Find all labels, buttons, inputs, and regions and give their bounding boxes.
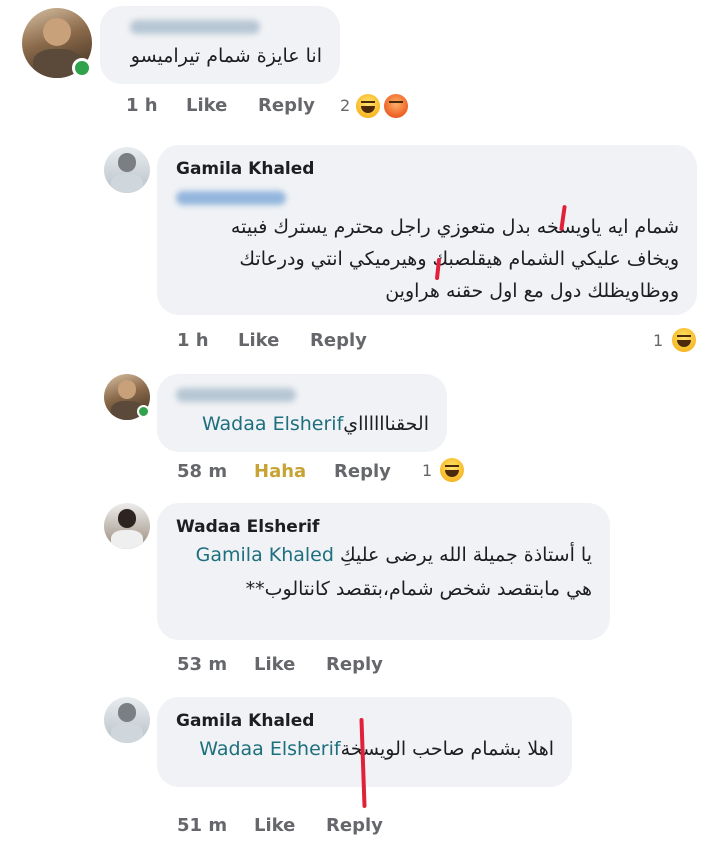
reply-button[interactable]: Reply — [258, 95, 315, 116]
reply-button[interactable]: Reply — [334, 461, 391, 482]
comment-author[interactable]: Gamila Khaled — [176, 711, 314, 731]
haha-reaction-button[interactable]: Haha — [254, 461, 306, 482]
online-status-icon — [137, 405, 150, 418]
comment-time[interactable]: 53 m — [177, 654, 227, 675]
reply-button[interactable]: Reply — [326, 815, 383, 836]
comment-bubble: الحقناااااايWadaa Elsherif — [157, 374, 447, 452]
comment-bubble: انا عايزة شمام تيراميسو — [100, 6, 340, 84]
comment-author[interactable]: Wadaa Elsherif — [176, 517, 319, 537]
like-button[interactable]: Like — [254, 815, 295, 836]
reaction-count[interactable]: 1 — [653, 331, 663, 350]
reaction-count[interactable]: 2 — [340, 96, 350, 115]
comment-author[interactable]: Gamila Khaled — [176, 159, 314, 179]
comment-text: الحقناااااايWadaa Elsherif — [202, 408, 429, 440]
like-button[interactable]: Like — [238, 330, 279, 351]
comment-text: انا عايزة شمام تيراميسو — [130, 45, 322, 67]
blurred-tag — [176, 191, 286, 205]
like-button[interactable]: Like — [254, 654, 295, 675]
mention-link[interactable]: Gamila Khaled — [196, 544, 334, 566]
haha-emoji-icon[interactable] — [356, 94, 380, 118]
reaction-count[interactable]: 1 — [422, 461, 432, 480]
comment-text-line-2: ويخاف عليكي الشمام هيقلصبك وهيرميكي انتي… — [239, 248, 679, 270]
comment-time[interactable]: 1 h — [177, 330, 209, 351]
comment-bubble: Gamila Khaled شمام ايه ياويسخه بدل متعوز… — [157, 145, 697, 315]
comment-bubble: Wadaa Elsherif يا أستاذة جميلة الله يرضى… — [157, 503, 610, 640]
mention-link[interactable]: Wadaa Elsherif — [199, 738, 340, 760]
avatar[interactable] — [104, 697, 150, 743]
comment-time[interactable]: 1 h — [126, 95, 158, 116]
comment-text-arabic: الحقنااااااي — [343, 413, 429, 435]
reply-button[interactable]: Reply — [310, 330, 367, 351]
mention-link[interactable]: Wadaa Elsherif — [202, 413, 343, 435]
blurred-author-name — [130, 20, 260, 34]
comment-time[interactable]: 51 m — [177, 815, 227, 836]
comment-text-line-2: هي مابتقصد شخص شمام،بتقصد كانتالوب** — [245, 578, 592, 600]
reply-button[interactable]: Reply — [326, 654, 383, 675]
online-status-icon — [72, 58, 92, 78]
comment-time[interactable]: 58 m — [177, 461, 227, 482]
haha-emoji-icon[interactable] — [440, 458, 464, 482]
comment-text-arabic: اهلا بشمام صاحب الويسخة — [340, 738, 554, 760]
comment-text-arabic: يا أستاذة جميلة الله يرضى عليكِ — [339, 544, 592, 566]
comment-text: اهلا بشمام صاحب الويسخةWadaa Elsherif — [199, 733, 554, 765]
haha-emoji-icon[interactable] — [672, 328, 696, 352]
avatar[interactable] — [104, 503, 150, 549]
comment-text-line-3: ووظاويظلك دول مع اول حقنه هراوين — [385, 280, 679, 302]
comment-text-line-1: يا أستاذة جميلة الله يرضى عليكِ Gamila K… — [196, 539, 592, 571]
like-button[interactable]: Like — [186, 95, 227, 116]
avatar[interactable] — [104, 147, 150, 193]
angry-emoji-icon[interactable] — [384, 94, 408, 118]
comment-text-line-1: شمام ايه ياويسخه بدل متعوزي راجل محترم ي… — [230, 216, 679, 238]
blurred-author-name — [176, 388, 296, 402]
